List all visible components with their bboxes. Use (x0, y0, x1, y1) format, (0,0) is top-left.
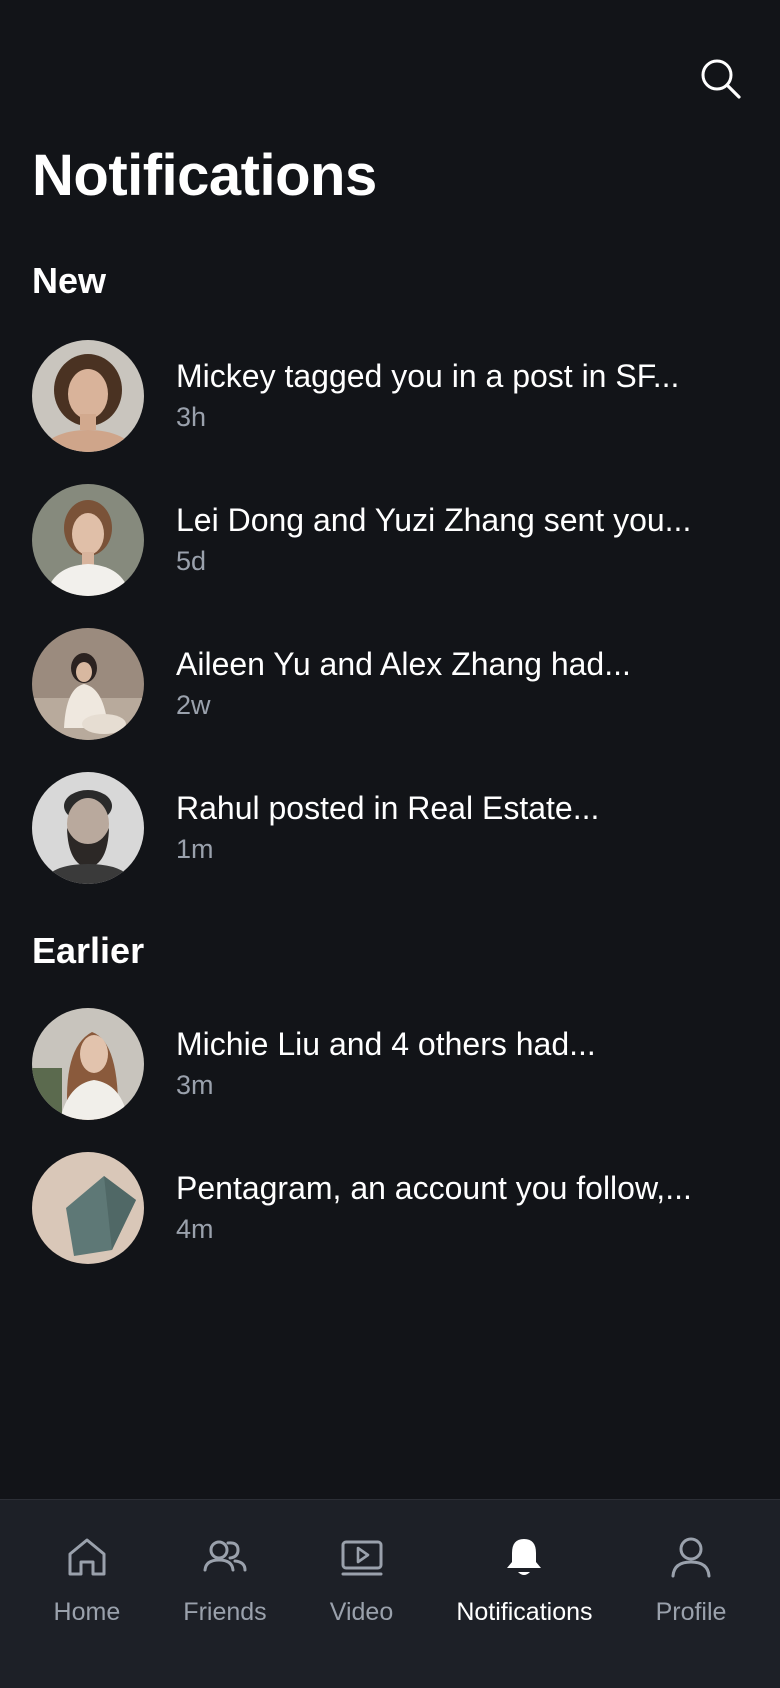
notification-item[interactable]: Rahul posted in Real Estate... 1m (32, 772, 748, 884)
tab-video[interactable]: Video (329, 1500, 394, 1688)
notification-message: Michie Liu and 4 others had... (176, 1026, 596, 1062)
search-button[interactable] (698, 56, 744, 102)
notification-item[interactable]: Michie Liu and 4 others had... 3m (32, 1008, 748, 1120)
notification-time: 3m (176, 1070, 214, 1100)
tab-label: Friends (183, 1598, 267, 1626)
tab-label: Home (53, 1598, 121, 1626)
video-icon (341, 1540, 382, 1576)
friends-icon (203, 1540, 247, 1572)
avatar (32, 628, 144, 740)
notification-time: 3h (176, 402, 207, 432)
tab-label: Notifications (456, 1598, 593, 1626)
notification-item[interactable]: Lei Dong and Yuzi Zhang sent you... 5d (32, 484, 748, 596)
tab-home[interactable]: Home (53, 1500, 121, 1688)
section-title-new: New (32, 260, 107, 301)
notifications-screen: Notifications New Mickey tagged you in a… (0, 0, 780, 1688)
section-title-earlier: Earlier (32, 930, 145, 971)
search-icon (701, 59, 741, 99)
tab-notifications[interactable]: Notifications (456, 1500, 593, 1688)
notification-time: 1m (176, 834, 214, 864)
avatar (32, 1008, 144, 1120)
notification-item[interactable]: Pentagram, an account you follow,... 4m (32, 1152, 748, 1264)
page-title: Notifications (32, 143, 377, 208)
avatar (32, 484, 144, 596)
notification-item[interactable]: Aileen Yu and Alex Zhang had... 2w (32, 628, 748, 740)
home-icon (68, 1538, 106, 1576)
avatar (32, 772, 144, 884)
notification-time: 4m (176, 1214, 214, 1244)
avatar (32, 1152, 144, 1264)
notification-message: Lei Dong and Yuzi Zhang sent you... (176, 502, 692, 538)
notification-time: 2w (176, 690, 211, 720)
avatar (32, 340, 144, 452)
notification-item[interactable]: Mickey tagged you in a post in SF... 3h (32, 340, 748, 452)
tab-label: Video (329, 1598, 394, 1626)
notification-message: Pentagram, an account you follow,... (176, 1170, 692, 1206)
notification-message: Aileen Yu and Alex Zhang had... (176, 646, 631, 682)
notification-time: 5d (176, 546, 207, 576)
tab-profile[interactable]: Profile (655, 1500, 727, 1688)
notification-message: Mickey tagged you in a post in SF... (176, 358, 680, 394)
notification-message: Rahul posted in Real Estate... (176, 790, 600, 826)
bottom-tab-bar: Home Friends Video Notifications Profile (0, 1499, 780, 1688)
bell-icon (507, 1539, 542, 1575)
profile-icon (671, 1537, 711, 1578)
tab-label: Profile (655, 1598, 727, 1626)
tab-friends[interactable]: Friends (183, 1500, 267, 1688)
